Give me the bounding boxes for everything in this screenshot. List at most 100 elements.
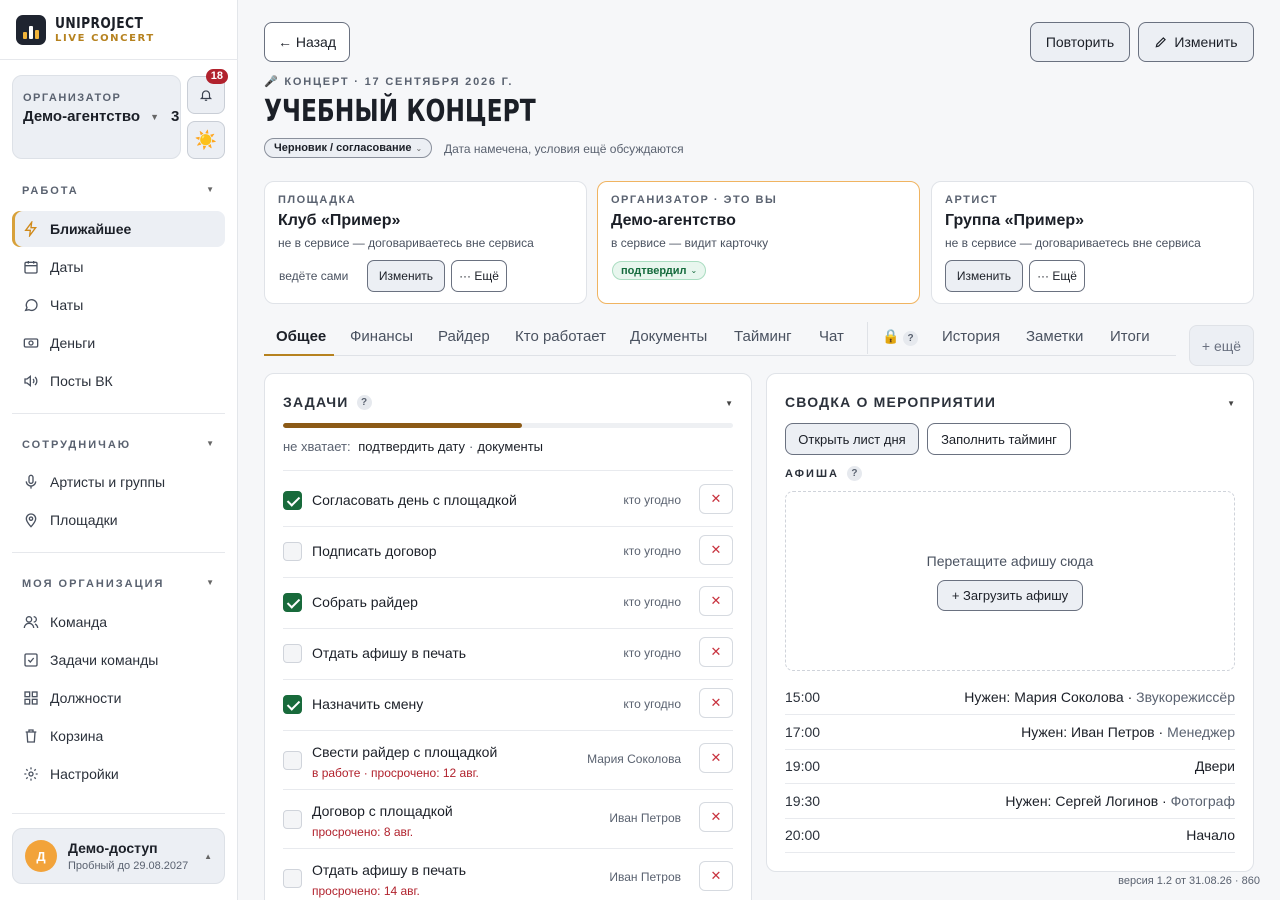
repeat-button[interactable]: Повторить [1030, 22, 1130, 62]
poster-dropzone[interactable]: Перетащите афишу сюда + Загрузить афишу [785, 491, 1235, 671]
sidebar-item-positions[interactable]: Должности [12, 680, 225, 716]
venue-card: ПЛОЩАДКА Клуб «Пример» не в сервисе — до… [264, 181, 587, 304]
nav-section-work[interactable]: РАБОТА ▼ [22, 185, 214, 197]
task-checkbox[interactable] [283, 643, 302, 663]
nav-section-collaborate[interactable]: СОТРУДНИЧАЮ ▼ [22, 439, 214, 451]
task-assignee[interactable]: Мария Соколова [587, 752, 681, 766]
tab-staff[interactable]: Кто работает [515, 328, 606, 345]
sidebar-item-trash[interactable]: Корзина [12, 718, 225, 754]
sidebar-item-label: Даты [50, 259, 84, 275]
nav-section-my-organization[interactable]: МОЯ ОРГАНИЗАЦИЯ ▼ [22, 578, 214, 590]
task-checkbox[interactable] [283, 694, 302, 714]
back-button[interactable]: ← Назад [264, 22, 350, 62]
chevron-down-icon[interactable]: ▼ [725, 399, 733, 408]
task-name: Договор с площадкой [312, 803, 453, 819]
timeline-role: Звукорежиссёр [1136, 689, 1235, 705]
sidebar-item-nearest[interactable]: Ближайшее [12, 211, 225, 247]
organization-switcher[interactable]: ОРГАНИЗАТОР Демо-агентство ▼ 3 [12, 75, 181, 159]
pencil-icon [1155, 37, 1167, 48]
sidebar-item-label: Задачи команды [50, 652, 159, 668]
organization-label: ОРГАНИЗАТОР [23, 92, 122, 104]
banknote-icon [22, 334, 40, 352]
sidebar-item-money[interactable]: Деньги [12, 325, 225, 361]
task-checkbox[interactable] [283, 809, 302, 829]
tab-timing[interactable]: Тайминг [734, 328, 792, 345]
tab-chat[interactable]: Чат [819, 328, 844, 345]
delete-task-button[interactable]: ✕ [699, 535, 733, 565]
task-checkbox[interactable] [283, 592, 302, 612]
sidebar-item-dates[interactable]: Даты [12, 249, 225, 285]
task-name: Отдать афишу в печать [312, 645, 467, 661]
tab-history[interactable]: История [942, 328, 1000, 345]
task-checkbox[interactable] [283, 490, 302, 510]
notifications-button[interactable]: 18 [187, 69, 228, 114]
task-assignee[interactable]: кто угодно [623, 595, 681, 609]
tabs-more-button[interactable]: + ещё [1189, 325, 1254, 366]
tab-general[interactable]: Общее [276, 328, 326, 345]
task-name: Согласовать день с площадкой [312, 492, 517, 508]
task-assignee[interactable]: Иван Петров [609, 811, 681, 825]
timeline-event: Начало [1186, 827, 1235, 844]
sidebar-item-team-tasks[interactable]: Задачи команды [12, 642, 225, 678]
tab-finance[interactable]: Финансы [350, 328, 413, 345]
sidebar-item-label: Чаты [50, 297, 84, 313]
status-dropdown[interactable]: Черновик / согласование ⌄ [264, 138, 433, 158]
tab-documents[interactable]: Документы [630, 328, 707, 345]
calendar-icon [22, 258, 40, 276]
artist-more-button[interactable]: ··· Ещё [1029, 260, 1085, 292]
delete-task-button[interactable]: ✕ [699, 743, 733, 773]
tab-notes[interactable]: Заметки [1026, 328, 1083, 345]
tab-results[interactable]: Итоги [1110, 328, 1150, 345]
delete-task-button[interactable]: ✕ [699, 802, 733, 832]
help-icon[interactable]: ? [903, 331, 918, 346]
sidebar-item-team[interactable]: Команда [12, 604, 225, 640]
edit-event-label: Изменить [1174, 34, 1238, 50]
sidebar-item-vk-posts[interactable]: Посты ВК [12, 363, 225, 399]
delete-task-button[interactable]: ✕ [699, 688, 733, 718]
delete-task-button[interactable]: ✕ [699, 861, 733, 891]
sidebar: UNIPROJECT LIVE CONCERT ОРГАНИЗАТОР Демо… [0, 0, 238, 900]
task-assignee[interactable]: кто угодно [623, 646, 681, 660]
artist-edit-button[interactable]: Изменить [945, 260, 1023, 292]
tab-rider[interactable]: Райдер [438, 328, 490, 345]
help-icon[interactable]: ? [356, 394, 372, 410]
task-assignee[interactable]: Иван Петров [609, 870, 681, 884]
sidebar-item-label: Артисты и группы [50, 474, 166, 490]
sidebar-item-venues[interactable]: Площадки [12, 502, 225, 538]
app-logo[interactable]: UNIPROJECT LIVE CONCERT [16, 15, 163, 45]
sidebar-item-artists[interactable]: Артисты и группы [12, 464, 225, 500]
sidebar-item-settings[interactable]: Настройки [12, 756, 225, 792]
timeline-row: 19:30 Нужен: Сергей Логинов · Фотограф [785, 793, 1235, 813]
task-assignee[interactable]: кто угодно [623, 544, 681, 558]
delete-task-button[interactable]: ✕ [699, 586, 733, 616]
task-checkbox[interactable] [283, 868, 302, 888]
close-icon: ✕ [710, 809, 722, 824]
tasks-title: ЗАДАЧИ? [283, 394, 372, 410]
theme-toggle-button[interactable]: ☀️ [187, 121, 225, 159]
venue-edit-button[interactable]: Изменить [367, 260, 445, 292]
task-row: Назначить смену кто угодно ✕ [283, 688, 733, 739]
open-day-sheet-button[interactable]: Открыть лист дня [785, 423, 919, 455]
chevron-down-icon[interactable]: ▼ [1227, 399, 1235, 408]
task-name: Подписать договор [312, 543, 437, 559]
delete-task-button[interactable]: ✕ [699, 484, 733, 514]
sidebar-item-chats[interactable]: Чаты [12, 287, 225, 323]
edit-event-button[interactable]: Изменить [1138, 22, 1254, 62]
venue-more-button[interactable]: ··· Ещё [451, 260, 507, 292]
timeline-event: Нужен: Сергей Логинов · Фотограф [1005, 792, 1235, 809]
task-assignee[interactable]: кто угодно [623, 493, 681, 507]
task-checkbox[interactable] [283, 750, 302, 770]
timeline-event: Двери [1194, 758, 1235, 775]
upload-poster-button[interactable]: + Загрузить афишу [937, 580, 1083, 611]
fill-timing-button[interactable]: Заполнить тайминг [927, 423, 1071, 455]
user-account-menu[interactable]: Д Демо-доступ Пробный до 29.08.2027 ▲ [12, 828, 225, 884]
chevron-down-icon: ⌄ [690, 266, 698, 275]
task-checkbox[interactable] [283, 541, 302, 561]
chat-bubble-icon [22, 296, 40, 314]
organizer-label: ОРГАНИЗАТОР · ЭТО ВЫ [611, 194, 778, 206]
close-icon: ✕ [710, 644, 722, 659]
help-icon[interactable]: ? [846, 466, 862, 481]
organizer-status-badge[interactable]: подтвердил ⌄ [612, 261, 707, 280]
delete-task-button[interactable]: ✕ [699, 637, 733, 667]
task-assignee[interactable]: кто угодно [623, 697, 681, 711]
